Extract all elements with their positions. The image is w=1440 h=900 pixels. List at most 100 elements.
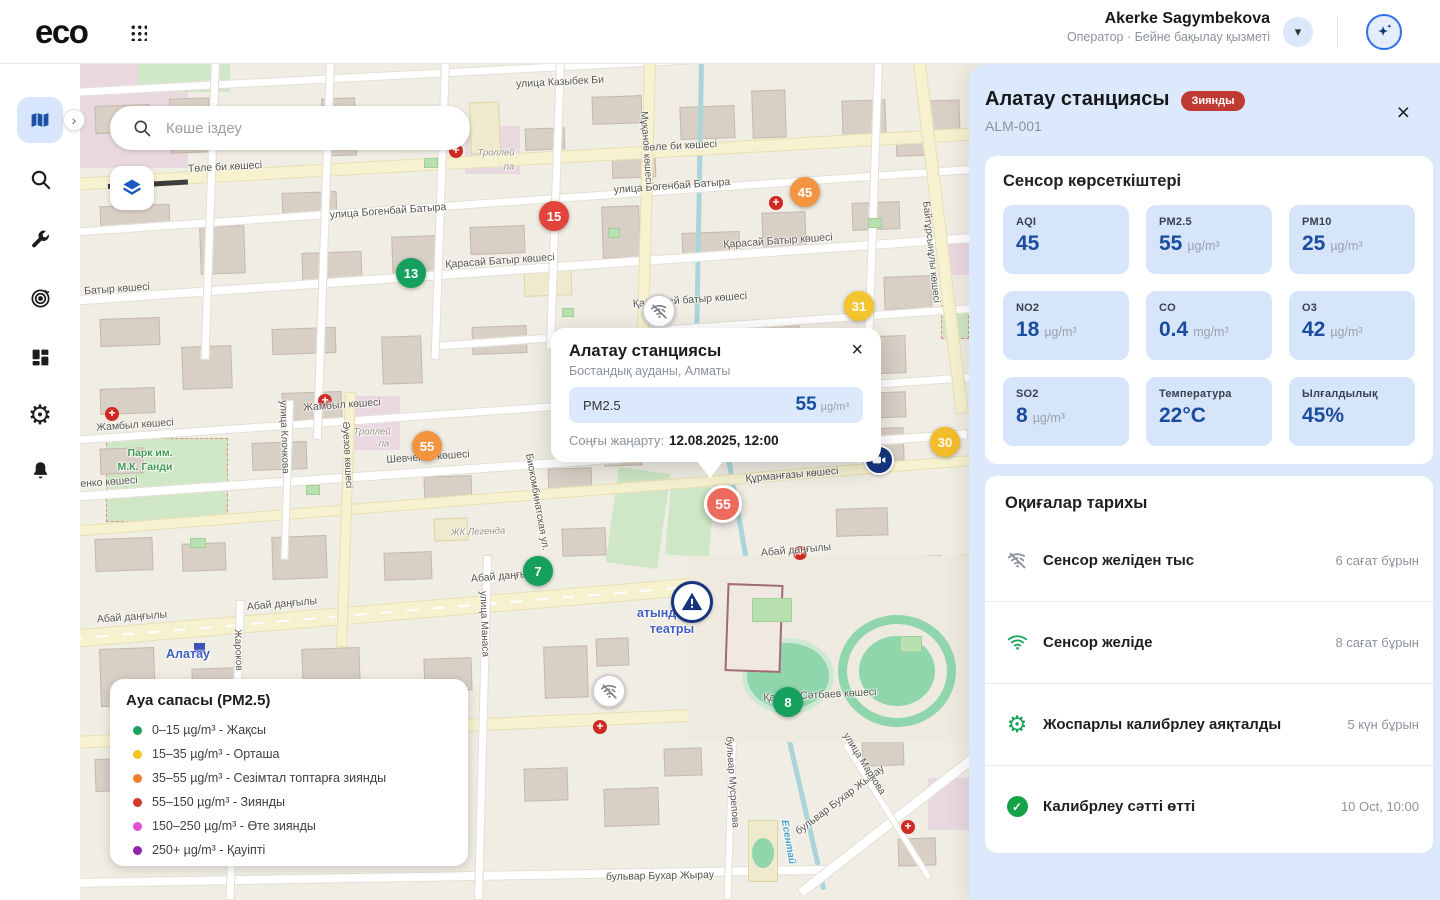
sidebar-item-targets[interactable]: [17, 275, 63, 321]
user-menu-button[interactable]: ▾: [1283, 17, 1313, 47]
legend-title: Ауа сапасы (PM2.5): [126, 692, 271, 709]
search-input[interactable]: [166, 119, 470, 137]
legend-dot: [133, 773, 142, 783]
theater-building: [724, 583, 784, 673]
gear-icon: ⚙ ✓: [1006, 711, 1028, 737]
sparkles-icon: [1377, 23, 1392, 37]
sensor-tile: Температура 22°C: [1146, 377, 1272, 446]
popup-updated: Соңғы жаңарту: 12.08.2025, 12:00: [569, 433, 779, 448]
sidebar-item-dashboard[interactable]: [17, 334, 63, 380]
layers-button[interactable]: [110, 166, 154, 210]
aqi-marker[interactable]: 8: [773, 687, 803, 717]
events-title: Оқиғалар тарихы: [1005, 494, 1148, 512]
header-divider: [1337, 17, 1338, 47]
legend-item: 15–35 µg/m³ - Орташа: [126, 742, 452, 766]
assistant-button[interactable]: [1366, 14, 1402, 50]
target-icon: [30, 288, 50, 308]
left-sidebar: ⚙: [0, 64, 80, 900]
street-label: Есентай: [778, 819, 798, 865]
legend-list: 0–15 µg/m³ - Жақсы 15–35 µg/m³ - Орташа …: [126, 718, 452, 862]
legend-item: 0–15 µg/m³ - Жақсы: [126, 718, 452, 742]
sensor-tile: PM10 25 µg/m³: [1289, 205, 1415, 274]
wrench-icon: [32, 230, 49, 248]
stadium-ring: [838, 615, 956, 727]
dashboard-icon: [32, 349, 48, 365]
popup-subtitle: Бостандық ауданы, Алматы: [569, 364, 731, 378]
sensor-tile: Ылғалдылық 45%: [1289, 377, 1415, 446]
aqi-marker[interactable]: 15: [539, 201, 569, 231]
user-name: Akerke Sagymbekova: [1104, 10, 1270, 27]
popup-metric-label: PM2.5: [583, 397, 621, 413]
legend-dot: [133, 797, 142, 807]
wifi-off-icon[interactable]: [642, 294, 676, 328]
event-row: ⚙ ✓ Жоспарлы калибрлеу аяқталды 5 күн бұ…: [985, 683, 1433, 765]
map-search: [110, 106, 470, 150]
panel-close-icon[interactable]: ×: [1397, 101, 1410, 124]
bell-icon: [33, 461, 47, 478]
sensor-tile: SO2 8 µg/m³: [1003, 377, 1129, 446]
eco-logo[interactable]: eco: [35, 13, 89, 51]
map-icon: [30, 111, 50, 129]
sensors-grid: AQI 45 PM2.5 55 µg/m³ PM10 25 µg/m³ NO2 18…: [1003, 205, 1415, 446]
chevron-right-icon: ›: [71, 112, 77, 128]
aqi-marker[interactable]: 45: [790, 177, 820, 207]
popup-metric-row: PM2.5 55 µg/m³: [569, 387, 863, 423]
station-code: ALM-001: [985, 118, 1042, 134]
popup-metric-value: 55 µg/m³: [795, 394, 849, 415]
aqi-marker[interactable]: 30: [930, 427, 960, 457]
layers-icon: [123, 179, 141, 195]
sidebar-item-settings[interactable]: ⚙: [17, 392, 63, 438]
sensor-tile: O3 42 µg/m³: [1289, 291, 1415, 360]
alert-icon[interactable]: [671, 581, 713, 623]
sidebar-item-notifications[interactable]: [17, 447, 63, 493]
user-role: Оператор · Бейне бақылау қызметі: [1066, 30, 1270, 44]
legend-dot: [133, 821, 142, 831]
sensor-tile: PM2.5 55 µg/m³: [1146, 205, 1272, 274]
legend-item: 55–150 µg/m³ - Зиянды: [126, 790, 452, 814]
status-badge: Зиянды: [1181, 90, 1245, 111]
sidebar-expand-button[interactable]: ›: [63, 109, 85, 131]
sensor-tile: CO 0.4 mg/m³: [1146, 291, 1272, 360]
wifi-icon: ⚙ ✓: [1005, 631, 1029, 655]
wifi-off-icon[interactable]: [592, 674, 626, 708]
sensors-title: Сенсор көрсеткіштері: [1003, 172, 1182, 190]
aqi-marker[interactable]: 55: [704, 485, 742, 523]
popup-close-icon[interactable]: ×: [851, 340, 863, 360]
legend-item: 250+ µg/m³ - Қауіпті: [126, 838, 452, 862]
user-info: Akerke Sagymbekova Оператор · Бейне бақы…: [1067, 10, 1270, 44]
legend-dot: [133, 749, 142, 759]
legend-dot: [133, 725, 142, 735]
legend-item: 35–55 µg/m³ - Сезімтал топтарға зиянды: [126, 766, 452, 790]
sidebar-item-tools[interactable]: [17, 216, 63, 262]
station-details-panel: × Алатау станциясы Зиянды ALM-001 Сенсор…: [969, 64, 1440, 900]
sensor-tile: NO2 18 µg/m³: [1003, 291, 1129, 360]
popup-title: Алатау станциясы: [569, 342, 722, 360]
wifi-off-icon: ⚙ ✓: [1005, 548, 1029, 572]
app-grid-icon[interactable]: [130, 24, 147, 41]
event-row: ⚙ ✓ Сенсор желіде 8 сағат бұрын: [985, 601, 1433, 683]
sensor-tile: AQI 45: [1003, 205, 1129, 274]
aqi-marker[interactable]: 7: [523, 556, 553, 586]
aqi-marker[interactable]: 31: [844, 291, 874, 321]
events-card: Оқиғалар тарихы Сенсор желіден тыс 6 сағ…: [985, 476, 1433, 853]
aqi-marker[interactable]: 13: [396, 258, 426, 288]
legend-dot: [133, 845, 142, 855]
chevron-down-icon: ▾: [1294, 24, 1302, 39]
events-list: ⚙ ✓ Сенсор желіден тыс 6 сағат бұрын: [985, 519, 1433, 847]
panel-title: Алатау станциясы: [985, 88, 1170, 110]
event-row: ⚙ ✓ Сенсор желіден тыс 6 сағат бұрын: [985, 519, 1433, 601]
sidebar-item-map[interactable]: [17, 97, 63, 143]
aqi-marker[interactable]: 55: [412, 431, 442, 461]
gear-icon: ⚙: [27, 399, 53, 430]
check-icon: ⚙ ✓: [1005, 795, 1029, 819]
air-quality-legend: Ауа сапасы (PM2.5) 0–15 µg/m³ - Жақсы 15…: [110, 679, 468, 866]
search-icon: [134, 120, 151, 137]
cinema-poi: [194, 643, 205, 654]
sensors-card: Сенсор көрсеткіштері AQI 45 PM2.5 55 µg/m…: [985, 156, 1433, 464]
legend-item: 150–250 µg/m³ - Өте зиянды: [126, 814, 452, 838]
event-row: ⚙ ✓ Калибрлеу сәтті өтті 10 Oct, 10:00: [985, 765, 1433, 847]
station-popup: Алатау станциясы × Бостандық ауданы, Алм…: [551, 328, 881, 478]
sidebar-item-search[interactable]: [17, 156, 63, 202]
search-icon: [31, 170, 50, 189]
top-header: eco Akerke Sagymbekova Оператор · Бейне …: [0, 0, 1440, 64]
